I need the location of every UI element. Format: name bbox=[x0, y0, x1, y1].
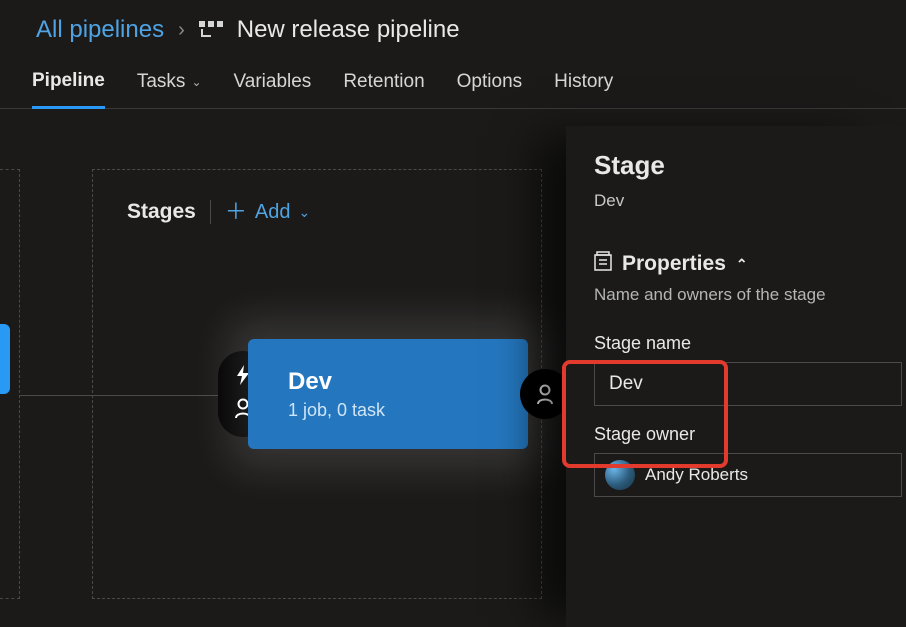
breadcrumb-current: New release pipeline bbox=[237, 16, 460, 44]
stage-owner-label: Stage owner bbox=[594, 424, 902, 445]
properties-section-label: Properties bbox=[622, 252, 726, 276]
tab-pipeline[interactable]: Pipeline bbox=[32, 70, 105, 109]
tab-history[interactable]: History bbox=[554, 71, 613, 107]
breadcrumb: All pipelines › New release pipeline bbox=[0, 0, 906, 52]
artifact-node[interactable] bbox=[0, 324, 10, 394]
stage-post-approval-badge[interactable] bbox=[520, 369, 570, 419]
stage-connector-line bbox=[20, 395, 220, 396]
add-label: Add bbox=[255, 201, 291, 224]
tabs-bar: Pipeline Tasks ⌄ Variables Retention Opt… bbox=[0, 52, 906, 109]
tab-tasks[interactable]: Tasks ⌄ bbox=[137, 71, 202, 107]
panel-subtitle: Dev bbox=[594, 191, 902, 211]
tab-tasks-label: Tasks bbox=[137, 71, 186, 93]
tab-retention[interactable]: Retention bbox=[343, 71, 424, 107]
stage-card-dev[interactable]: Dev 1 job, 0 task bbox=[248, 339, 528, 449]
tab-options[interactable]: Options bbox=[457, 71, 522, 107]
stage-owner-name: Andy Roberts bbox=[645, 465, 748, 485]
properties-icon bbox=[594, 251, 612, 277]
stage-properties-panel: Stage Dev Properties ⌃ Name and owners o… bbox=[566, 126, 906, 627]
avatar bbox=[605, 460, 635, 490]
tab-variables[interactable]: Variables bbox=[234, 71, 312, 107]
stage-name-input[interactable] bbox=[594, 362, 902, 406]
stage-owner-field[interactable]: Andy Roberts bbox=[594, 453, 902, 497]
pipeline-icon bbox=[199, 21, 223, 39]
stage-card-title: Dev bbox=[288, 368, 385, 396]
stage-card-subtitle: 1 job, 0 task bbox=[288, 400, 385, 421]
stage-name-label: Stage name bbox=[594, 333, 902, 354]
separator bbox=[210, 200, 211, 224]
stages-label: Stages bbox=[127, 200, 196, 224]
stages-header: Stages ＋ Add ⌄ bbox=[127, 200, 507, 224]
chevron-up-icon: ⌃ bbox=[736, 256, 748, 273]
properties-section-header[interactable]: Properties ⌃ bbox=[594, 251, 902, 277]
add-stage-button[interactable]: ＋ Add ⌄ bbox=[225, 201, 310, 224]
breadcrumb-separator: › bbox=[178, 19, 185, 42]
properties-section-description: Name and owners of the stage bbox=[594, 285, 902, 305]
chevron-down-icon: ⌄ bbox=[191, 75, 201, 89]
breadcrumb-root-link[interactable]: All pipelines bbox=[36, 16, 164, 44]
panel-title: Stage bbox=[594, 150, 902, 181]
chevron-down-icon: ⌄ bbox=[298, 204, 310, 221]
